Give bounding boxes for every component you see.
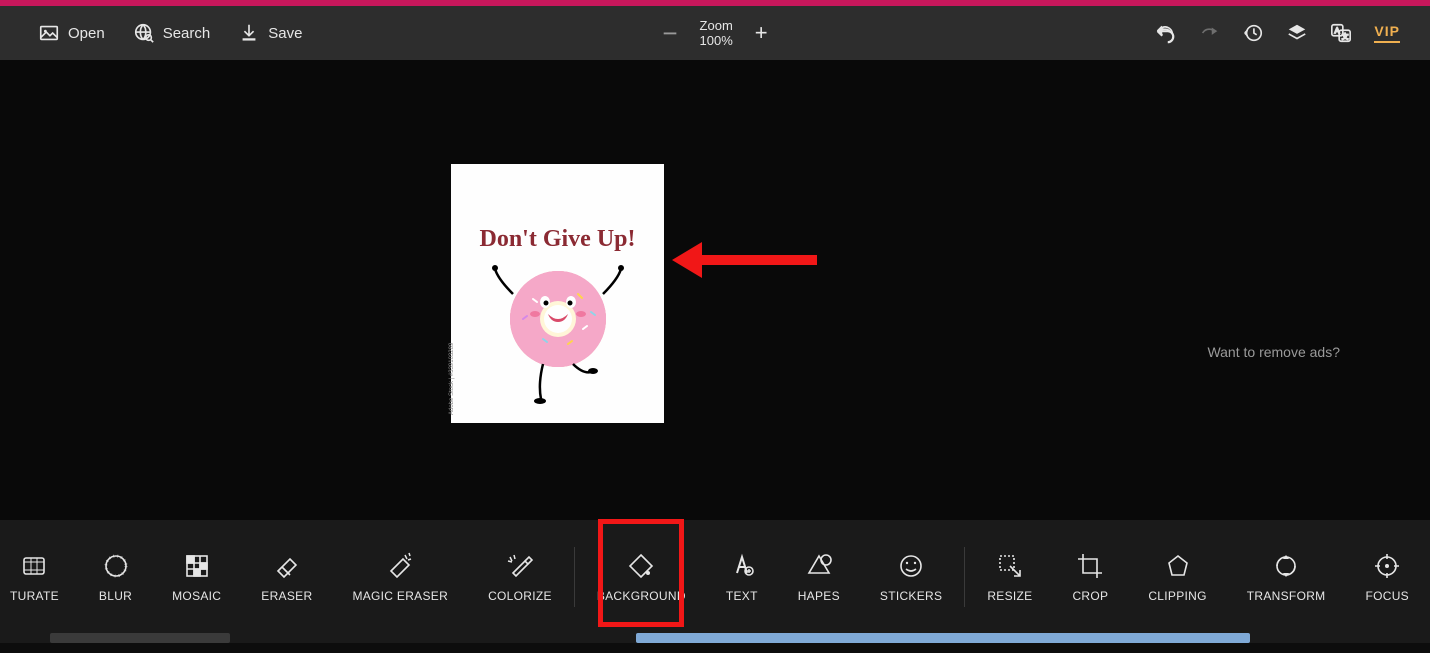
- stickers-tool[interactable]: STICKERS: [876, 551, 946, 603]
- blur-icon: [101, 551, 131, 581]
- tool-group-2: BACKGROUND TEXT HAPES STICKERS: [593, 551, 947, 603]
- bottom-toolbar: TURATE BLUR MOSAIC ERASER MAGIC ERASER C…: [0, 520, 1430, 633]
- shapes-icon: [804, 551, 834, 581]
- magic-eraser-icon: [385, 551, 415, 581]
- clipping-icon: [1163, 551, 1193, 581]
- background-tool[interactable]: BACKGROUND: [593, 551, 690, 603]
- search-button[interactable]: Search: [133, 22, 211, 44]
- top-right-group: A文 VIP: [1154, 22, 1430, 44]
- focus-icon: [1372, 551, 1402, 581]
- stickers-label: STICKERS: [880, 589, 942, 603]
- transform-icon: [1271, 551, 1301, 581]
- shapes-tool[interactable]: HAPES: [794, 551, 844, 603]
- donut-illustration: [483, 264, 633, 414]
- stickers-icon: [896, 551, 926, 581]
- eraser-tool[interactable]: ERASER: [257, 551, 316, 603]
- vip-badge[interactable]: VIP: [1374, 23, 1400, 43]
- colorize-tool[interactable]: COLORIZE: [484, 551, 556, 603]
- save-button[interactable]: Save: [238, 22, 302, 44]
- zoom-display[interactable]: Zoom 100%: [700, 18, 733, 48]
- separator: [964, 547, 965, 607]
- saturate-icon: [19, 551, 49, 581]
- canvas-area[interactable]: Don't Give Up!: [0, 60, 1430, 520]
- tool-group-1: TURATE BLUR MOSAIC ERASER MAGIC ERASER C…: [6, 551, 556, 603]
- svg-text:A: A: [1335, 26, 1340, 35]
- top-left-group: Open Search Save: [0, 22, 302, 44]
- scrollbar-track-segment: [50, 633, 230, 643]
- tool-row: TURATE BLUR MOSAIC ERASER MAGIC ERASER C…: [0, 520, 1430, 633]
- horizontal-scrollbar[interactable]: [0, 633, 1430, 643]
- translate-icon[interactable]: A文: [1330, 22, 1352, 44]
- globe-search-icon: [133, 22, 155, 44]
- text-icon: [727, 551, 757, 581]
- background-label: BACKGROUND: [597, 589, 686, 603]
- search-label: Search: [163, 25, 211, 42]
- magic-eraser-label: MAGIC ERASER: [352, 589, 448, 603]
- focus-label: FOCUS: [1365, 589, 1409, 603]
- svg-text:文: 文: [1342, 32, 1349, 41]
- text-tool[interactable]: TEXT: [722, 551, 762, 603]
- crop-tool[interactable]: CROP: [1068, 551, 1112, 603]
- open-button[interactable]: Open: [38, 22, 105, 44]
- zoom-in-button[interactable]: +: [755, 20, 768, 46]
- clipping-label: CLIPPING: [1148, 589, 1206, 603]
- colorize-label: COLORIZE: [488, 589, 552, 603]
- top-toolbar: Open Search Save − Zoom 100% + A文 VIP: [0, 6, 1430, 60]
- saturate-label: TURATE: [10, 589, 59, 603]
- eraser-label: ERASER: [261, 589, 312, 603]
- zoom-controls: − Zoom 100% +: [662, 18, 767, 49]
- undo-icon[interactable]: [1154, 22, 1176, 44]
- background-icon: [626, 551, 656, 581]
- remove-ads-link[interactable]: Want to remove ads?: [1207, 344, 1340, 360]
- zoom-label: Zoom: [700, 18, 733, 33]
- image-icon: [38, 22, 60, 44]
- resize-label: RESIZE: [987, 589, 1032, 603]
- mosaic-tool[interactable]: MOSAIC: [168, 551, 225, 603]
- resize-icon: [995, 551, 1025, 581]
- transform-label: TRANSFORM: [1247, 589, 1326, 603]
- separator: [574, 547, 575, 607]
- eraser-icon: [272, 551, 302, 581]
- zoom-out-button[interactable]: −: [662, 18, 677, 49]
- focus-tool[interactable]: FOCUS: [1361, 551, 1413, 603]
- watermark: Adobe Stock | #339103289: [449, 343, 455, 415]
- mosaic-label: MOSAIC: [172, 589, 221, 603]
- text-label: TEXT: [726, 589, 758, 603]
- colorize-icon: [505, 551, 535, 581]
- resize-tool[interactable]: RESIZE: [983, 551, 1036, 603]
- layers-icon[interactable]: [1286, 22, 1308, 44]
- mosaic-icon: [182, 551, 212, 581]
- blur-tool[interactable]: BLUR: [95, 551, 136, 603]
- history-icon[interactable]: [1242, 22, 1264, 44]
- crop-label: CROP: [1072, 589, 1108, 603]
- blur-label: BLUR: [99, 589, 132, 603]
- tool-group-3: RESIZE CROP CLIPPING TRANSFORM FOCUS WAR…: [983, 551, 1430, 603]
- zoom-value: 100%: [700, 33, 733, 48]
- transform-tool[interactable]: TRANSFORM: [1243, 551, 1330, 603]
- crop-icon: [1075, 551, 1105, 581]
- open-label: Open: [68, 25, 105, 42]
- image-text: Don't Give Up!: [451, 226, 664, 253]
- redo-icon[interactable]: [1198, 22, 1220, 44]
- annotation-arrow: [672, 230, 822, 290]
- magic-eraser-tool[interactable]: MAGIC ERASER: [348, 551, 452, 603]
- scrollbar-thumb[interactable]: [636, 633, 1250, 643]
- canvas-image[interactable]: Don't Give Up!: [451, 164, 664, 423]
- clipping-tool[interactable]: CLIPPING: [1144, 551, 1210, 603]
- shapes-label: HAPES: [798, 589, 840, 603]
- saturate-tool[interactable]: TURATE: [6, 551, 63, 603]
- save-label: Save: [268, 25, 302, 42]
- download-icon: [238, 22, 260, 44]
